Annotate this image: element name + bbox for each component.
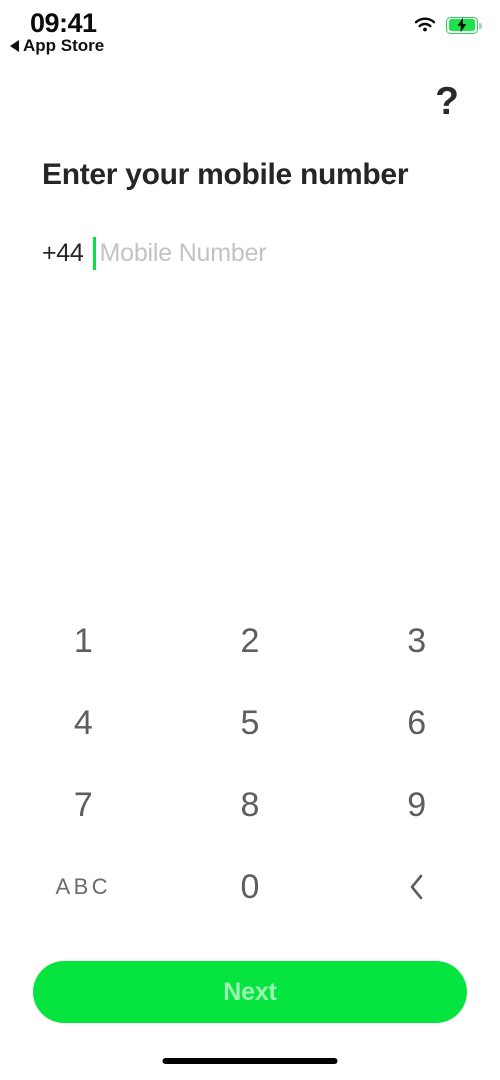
next-button[interactable]: Next: [33, 961, 467, 1023]
key-5[interactable]: 5: [167, 682, 334, 764]
country-code-prefix[interactable]: +44: [42, 239, 84, 268]
help-button[interactable]: ?: [424, 78, 470, 124]
keypad-row: 4 5 6: [0, 682, 500, 764]
triangle-left-icon: [10, 40, 19, 52]
status-bar: 09:41 App Store: [0, 0, 500, 62]
key-9[interactable]: 9: [333, 764, 500, 846]
key-0[interactable]: 0: [167, 846, 334, 928]
wifi-icon: [414, 17, 436, 32]
key-6[interactable]: 6: [333, 682, 500, 764]
lightning-bolt-icon: [457, 17, 467, 33]
keypad-row: 7 8 9: [0, 764, 500, 846]
text-caret: [92, 236, 96, 270]
key-4[interactable]: 4: [0, 682, 167, 764]
key-2[interactable]: 2: [167, 600, 334, 682]
back-to-app-store-button[interactable]: App Store: [10, 36, 104, 56]
key-3[interactable]: 3: [333, 600, 500, 682]
keypad-row: 1 2 3: [0, 600, 500, 682]
key-backspace[interactable]: [333, 846, 500, 928]
next-button-label: Next: [223, 977, 277, 1006]
status-indicators: [413, 16, 482, 34]
keypad-row: ABC 0: [0, 846, 500, 928]
key-1[interactable]: 1: [0, 600, 167, 682]
key-7[interactable]: 7: [0, 764, 167, 846]
key-abc[interactable]: ABC: [0, 846, 167, 928]
battery-charging-icon: [446, 16, 482, 34]
key-8[interactable]: 8: [167, 764, 334, 846]
page-title: Enter your mobile number: [42, 158, 409, 191]
chevron-left-icon: [410, 874, 422, 900]
status-time: 09:41: [30, 8, 97, 38]
numeric-keypad: 1 2 3 4 5 6 7 8 9 ABC 0: [0, 600, 500, 930]
phone-screen: 09:41 App Store ? Enter your mobile numb…: [0, 0, 500, 1080]
phone-number-placeholder: Mobile Number: [99, 238, 267, 267]
back-label: App Store: [23, 36, 105, 55]
phone-number-field[interactable]: +44 Mobile Number: [42, 233, 267, 273]
home-indicator: [162, 1058, 338, 1064]
